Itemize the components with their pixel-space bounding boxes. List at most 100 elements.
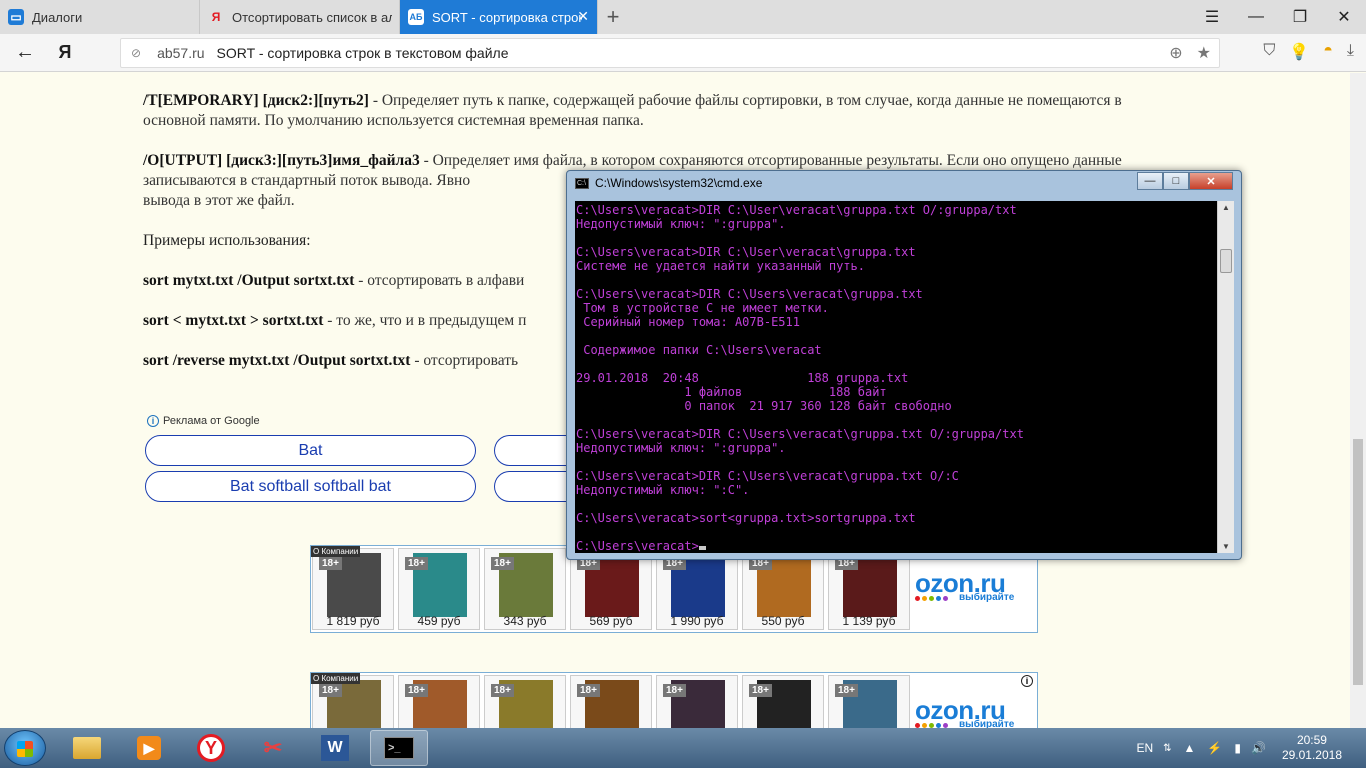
- pocket-icon[interactable]: ⛉: [1263, 42, 1275, 62]
- console-line: C:\Users\veracat>sort<gruppa.txt>sortgru…: [576, 511, 916, 525]
- cmd-console[interactable]: C:\Users\veracat>DIR C:\User\veracat\gru…: [575, 201, 1217, 553]
- product-card[interactable]: 18+: [570, 675, 652, 728]
- tab-dialogs[interactable]: ▭ Диалоги: [0, 0, 200, 34]
- console-line: 1 файлов 188 байт: [576, 385, 887, 399]
- menu-icon[interactable]: ☰: [1190, 0, 1234, 34]
- taskbar-yandex[interactable]: Y: [182, 730, 240, 766]
- page-info-icon[interactable]: ⊘: [131, 46, 141, 60]
- tab-sort-article[interactable]: АБ SORT - сортировка строк ✕: [400, 0, 598, 34]
- product-card[interactable]: 18+ 1 139 руб: [828, 548, 910, 630]
- close-icon[interactable]: ✕: [577, 8, 589, 25]
- url-field[interactable]: ⊘ ab57.ru SORT - сортировка строк в текс…: [120, 38, 1220, 68]
- chat-icon: ▭: [8, 9, 24, 25]
- about-company-tag[interactable]: О Компании: [311, 546, 361, 557]
- console-line: C:\Users\veracat>DIR C:\User\veracat\gru…: [576, 203, 1017, 217]
- headphones-icon[interactable]: ◓: [1323, 42, 1333, 62]
- console-line: C:\Users\veracat>DIR C:\Users\veracat\gr…: [576, 287, 923, 301]
- cmd-scrollbar[interactable]: ▲ ▼: [1217, 201, 1234, 553]
- clock[interactable]: 20:59 29.01.2018: [1282, 733, 1342, 763]
- show-hidden-icons[interactable]: ▲: [1184, 741, 1196, 755]
- scroll-up-icon[interactable]: ▲: [1222, 203, 1230, 212]
- product-card[interactable]: 18+ 569 руб: [570, 548, 652, 630]
- yandex-browser-icon: Y: [197, 734, 225, 762]
- cmd-window-controls: — □ ✕: [1137, 172, 1233, 190]
- language-indicator[interactable]: EN: [1136, 741, 1153, 755]
- yandex-icon: Я: [211, 10, 221, 24]
- console-line: Том в устройстве C не имеет метки.: [576, 301, 829, 315]
- console-line: Недопустимый ключ: ":C".: [576, 483, 750, 497]
- media-player-icon: ▶: [137, 736, 161, 760]
- close-button[interactable]: ✕: [1189, 172, 1233, 190]
- back-button[interactable]: ←: [0, 41, 50, 64]
- console-line: Недопустимый ключ: ":gruppa".: [576, 217, 786, 231]
- cmd-scrollbar-thumb[interactable]: [1220, 249, 1232, 273]
- ozon-slogan: выбирайте: [959, 592, 1015, 603]
- lightbulb-icon[interactable]: 💡: [1289, 42, 1309, 62]
- product-card[interactable]: 18+ 1 990 руб: [656, 548, 738, 630]
- product-card[interactable]: 18+ 1 819 руб: [312, 548, 394, 630]
- ads-by-google-label[interactable]: i Реклама от Google: [147, 415, 260, 427]
- product-card[interactable]: 18+ 550 руб: [742, 548, 824, 630]
- console-line: 0 папок 21 917 360 128 байт свободно: [576, 399, 952, 413]
- about-company-tag[interactable]: О Компании: [311, 673, 361, 684]
- scroll-down-icon[interactable]: ▼: [1222, 542, 1230, 551]
- product-card[interactable]: 18+: [656, 675, 738, 728]
- ad-link-bat-softball[interactable]: Bat softball softball bat: [145, 471, 476, 502]
- product-card[interactable]: 18+: [828, 675, 910, 728]
- product-card[interactable]: 18+: [484, 675, 566, 728]
- bookmark-star-icon[interactable]: ★: [1197, 43, 1211, 63]
- tray-arrows-icon[interactable]: ⇅: [1163, 743, 1171, 754]
- clock-time: 20:59: [1296, 733, 1327, 747]
- product-card[interactable]: 18+: [742, 675, 824, 728]
- download-icon[interactable]: ⤓: [1347, 42, 1354, 62]
- cmd-icon: C:\: [575, 177, 589, 189]
- product-card[interactable]: 18+: [398, 675, 480, 728]
- tab-yandex-search[interactable]: Я Отсортировать список в ал: [200, 0, 400, 34]
- new-tab-button[interactable]: +: [598, 0, 628, 34]
- taskbar-cmd[interactable]: >_: [370, 730, 428, 766]
- close-button[interactable]: ✕: [1322, 0, 1366, 34]
- volume-icon[interactable]: 🔊: [1251, 741, 1266, 755]
- cmd-icon: >_: [384, 737, 414, 759]
- taskbar-snipping[interactable]: ✂: [244, 730, 302, 766]
- scrollbar-thumb[interactable]: [1353, 439, 1363, 685]
- tab-label: SORT - сортировка строк: [432, 9, 582, 25]
- power-icon[interactable]: ⚡: [1207, 741, 1222, 755]
- restore-button[interactable]: ❐: [1278, 0, 1322, 34]
- translate-icon[interactable]: ⊕: [1169, 43, 1182, 63]
- maximize-button[interactable]: □: [1163, 172, 1189, 190]
- tab-label: Диалоги: [32, 9, 83, 25]
- ozon-ad-banner-2[interactable]: 18+ 18+ 18+ 18+ 18+ 18+ 18+ О Компании o…: [310, 672, 1038, 728]
- cmd-title: C:\Windows\system32\cmd.exe: [595, 176, 763, 190]
- cmd-titlebar[interactable]: C:\ C:\Windows\system32\cmd.exe: [575, 176, 762, 190]
- taskbar-media[interactable]: ▶: [120, 730, 178, 766]
- product-card[interactable]: 18+ 343 руб: [484, 548, 566, 630]
- minimize-button[interactable]: —: [1234, 0, 1278, 34]
- ad-info-icon[interactable]: i: [1021, 675, 1033, 687]
- tab-bar: ▭ Диалоги Я Отсортировать список в ал АБ…: [0, 0, 1366, 34]
- folder-icon: [73, 737, 101, 759]
- console-line: Содержимое папки C:\Users\veracat: [576, 343, 822, 357]
- snipping-tool-icon: ✂: [263, 735, 283, 760]
- ozon-slogan: выбирайте: [959, 719, 1015, 728]
- system-tray: EN ⇅ ▲ ⚡ ▮ 🔊 20:59 29.01.2018: [1136, 728, 1366, 768]
- console-line: Недопустимый ключ: ":gruppa".: [576, 441, 786, 455]
- yandex-home-button[interactable]: Я: [50, 42, 80, 63]
- url-domain: ab57.ru: [157, 45, 205, 61]
- page-scrollbar[interactable]: [1350, 73, 1366, 728]
- ad-link-bat[interactable]: Bat: [145, 435, 476, 466]
- window-controls: ☰ — ❐ ✕: [1190, 0, 1366, 34]
- network-icon[interactable]: ▮: [1234, 741, 1241, 755]
- minimize-button[interactable]: —: [1137, 172, 1163, 190]
- taskbar-word[interactable]: W: [306, 730, 364, 766]
- taskbar-explorer[interactable]: [58, 730, 116, 766]
- product-card[interactable]: 18+ 459 руб: [398, 548, 480, 630]
- start-button[interactable]: [4, 730, 46, 766]
- cmd-window[interactable]: C:\ C:\Windows\system32\cmd.exe — □ ✕ C:…: [566, 170, 1242, 560]
